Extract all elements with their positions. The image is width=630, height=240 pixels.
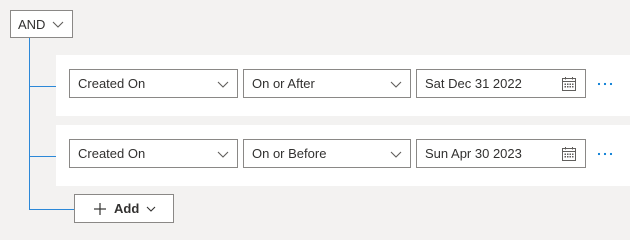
tree-connector-branch (29, 209, 74, 210)
more-options-button[interactable] (595, 139, 615, 168)
date-picker-value: Sun Apr 30 2023 (425, 146, 522, 161)
group-operator-dropdown[interactable]: AND (10, 10, 73, 38)
operator-dropdown-value: On or Before (252, 146, 327, 161)
group-operator-label: AND (18, 16, 46, 32)
condition-row: Created On On or After Sat Dec 31 2022 (56, 55, 630, 116)
more-options-button[interactable] (595, 69, 615, 98)
tree-connector-vertical (29, 38, 30, 209)
add-button-label: Add (114, 201, 140, 216)
calendar-icon[interactable] (561, 146, 577, 162)
add-button[interactable]: Add (74, 194, 174, 223)
operator-dropdown[interactable]: On or After (243, 69, 411, 98)
field-dropdown-value: Created On (78, 76, 146, 91)
chevron-down-icon (217, 81, 229, 88)
chevron-down-icon (390, 151, 402, 158)
condition-row: Created On On or Before Sun Apr 30 2023 (56, 125, 630, 186)
plus-icon (94, 202, 106, 215)
date-picker-input[interactable]: Sun Apr 30 2023 (416, 139, 586, 168)
date-picker-input[interactable]: Sat Dec 31 2022 (416, 69, 586, 98)
field-dropdown[interactable]: Created On (69, 69, 238, 98)
field-dropdown-value: Created On (78, 146, 146, 161)
tree-connector-branch (29, 86, 56, 87)
filter-builder: AND Created On On or After Sat Dec 31 20… (0, 0, 630, 236)
chevron-down-icon (217, 151, 229, 158)
field-dropdown[interactable]: Created On (69, 139, 238, 168)
ellipsis-icon (597, 82, 613, 85)
chevron-down-icon (52, 21, 64, 28)
chevron-down-icon (390, 81, 402, 88)
operator-dropdown-value: On or After (252, 76, 315, 91)
date-picker-value: Sat Dec 31 2022 (425, 76, 522, 91)
operator-dropdown[interactable]: On or Before (243, 139, 411, 168)
tree-connector-branch (29, 156, 56, 157)
chevron-down-icon (146, 206, 156, 212)
ellipsis-icon (597, 152, 613, 155)
calendar-icon[interactable] (561, 76, 577, 92)
